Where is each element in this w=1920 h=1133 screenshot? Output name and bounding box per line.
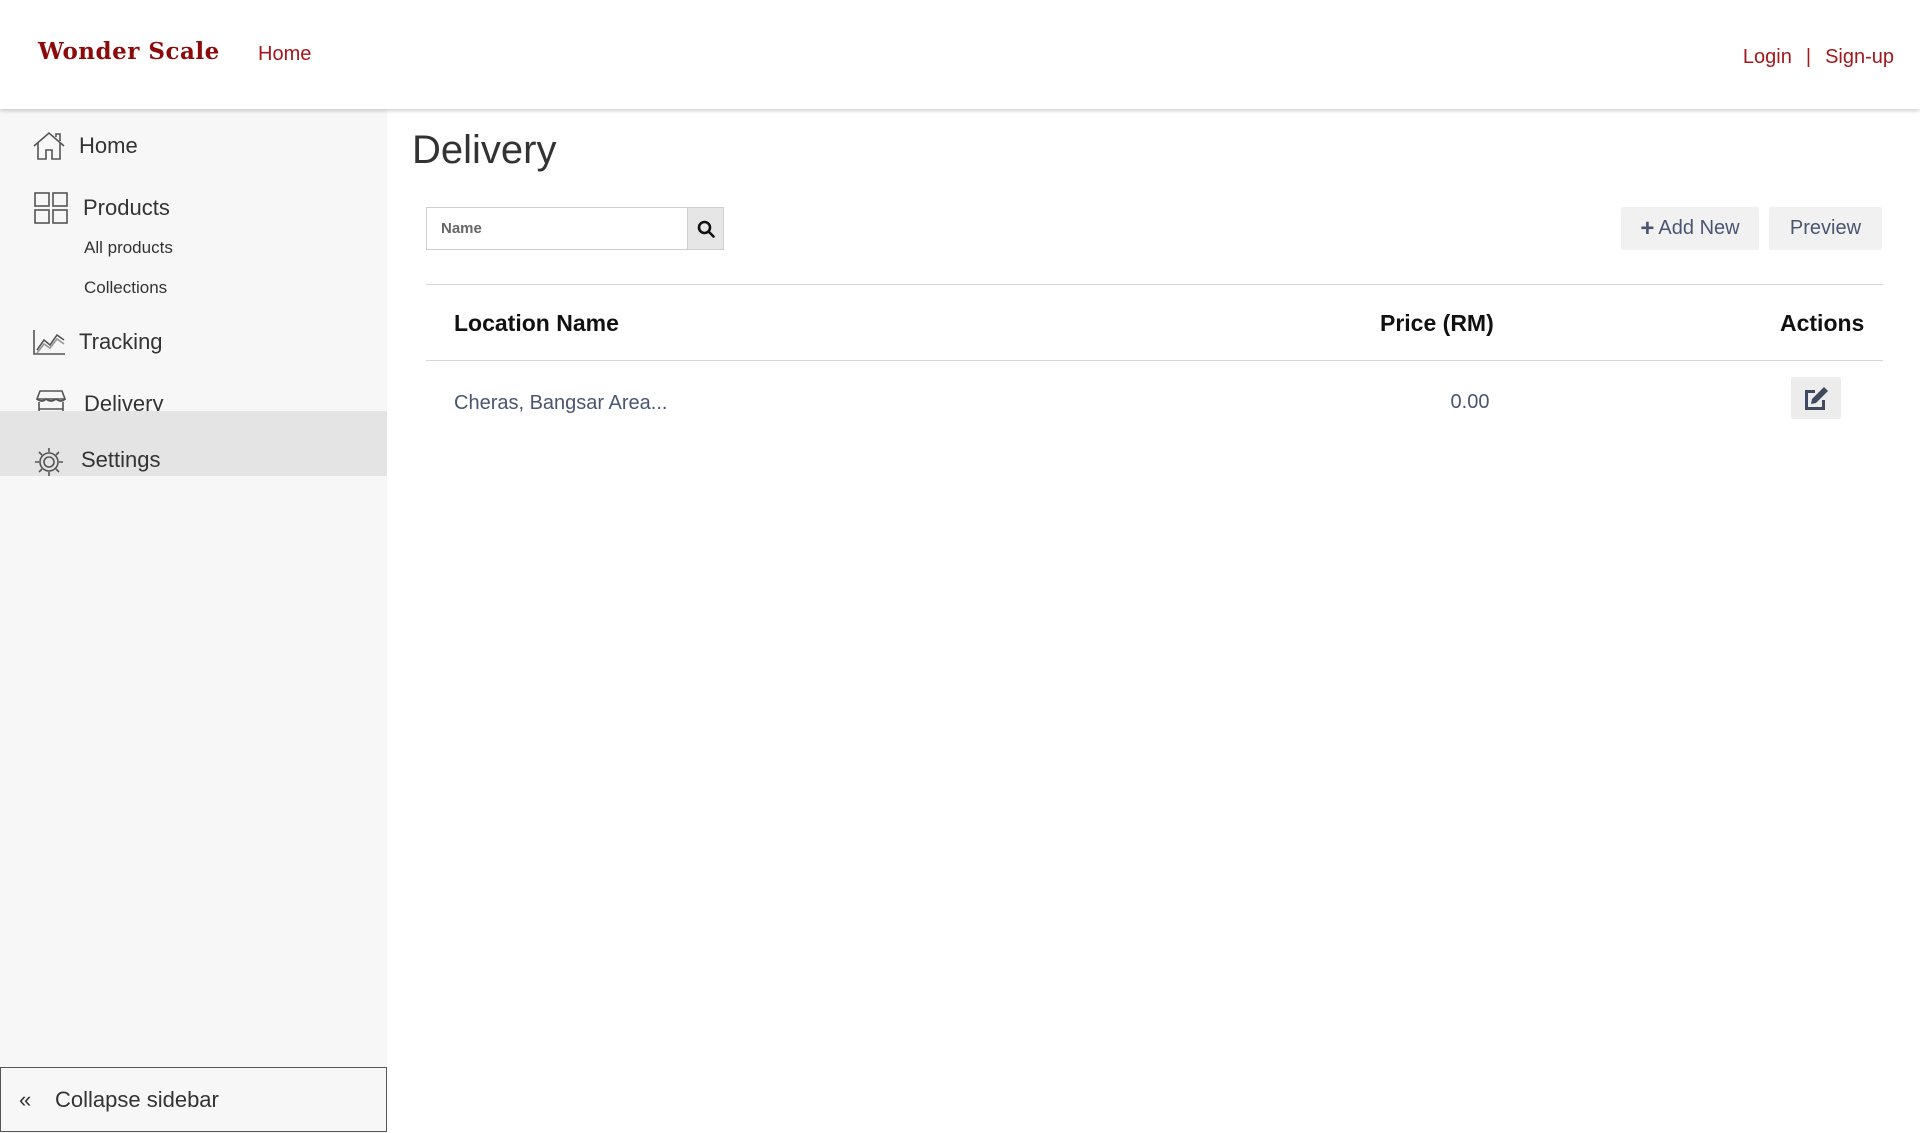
edit-button[interactable] — [1791, 377, 1841, 419]
add-new-button[interactable]: + Add New — [1621, 207, 1759, 250]
column-header-actions: Actions — [1780, 310, 1865, 336]
sidebar-subitem-all-products[interactable]: All products — [84, 238, 173, 258]
edit-icon — [1805, 387, 1828, 410]
search-button[interactable] — [687, 207, 724, 250]
top-home-link[interactable]: Home — [258, 43, 311, 66]
signup-link[interactable]: Sign-up — [1825, 46, 1894, 69]
column-header-location: Location Name — [454, 310, 619, 336]
page-title: Delivery — [412, 128, 557, 172]
column-header-price: Price (RM) — [1380, 310, 1494, 336]
collapse-sidebar-button[interactable]: « Collapse sidebar — [0, 1067, 387, 1132]
home-icon — [32, 129, 66, 163]
search-bar — [426, 207, 724, 250]
sidebar-item-tracking[interactable]: Tracking — [0, 319, 387, 365]
preview-button[interactable]: Preview — [1769, 207, 1882, 250]
delivery-table: Location Name Price (RM) Actions Cheras,… — [426, 284, 1883, 451]
table-header: Location Name Price (RM) Actions — [426, 284, 1883, 361]
gear-icon — [32, 445, 66, 479]
auth-links: Login | Sign-up — [1743, 46, 1894, 69]
sidebar-item-products[interactable]: Products — [0, 185, 387, 231]
auth-separator: | — [1805, 46, 1812, 68]
table-row: Cheras, Bangsar Area... 0.00 — [426, 361, 1883, 451]
sidebar-item-label: Settings — [81, 447, 161, 472]
add-new-label: Add New — [1658, 217, 1740, 239]
top-navbar: Wonder Scale Home Login | Sign-up — [0, 0, 1920, 109]
login-link[interactable]: Login — [1743, 46, 1792, 69]
sidebar-item-settings[interactable]: Settings — [0, 411, 387, 476]
sidebar-item-home[interactable]: Home — [0, 123, 387, 169]
double-chevron-left-icon: « — [19, 1086, 32, 1112]
sidebar-item-label: Products — [83, 195, 170, 220]
search-icon — [697, 220, 715, 238]
price-cell: 0.00 — [1450, 391, 1490, 413]
search-input[interactable] — [426, 207, 687, 250]
sidebar: Home Products All products Collections T… — [0, 109, 387, 1133]
sidebar-item-label: Home — [79, 133, 138, 158]
sidebar-subitem-collections[interactable]: Collections — [84, 278, 167, 298]
collapse-sidebar-label: Collapse sidebar — [55, 1086, 219, 1112]
sidebar-item-label: Tracking — [79, 329, 163, 354]
location-name-link[interactable]: Cheras, Bangsar Area... — [454, 392, 667, 415]
plus-icon: + — [1640, 214, 1655, 242]
grid-icon — [34, 191, 68, 225]
chart-icon — [32, 325, 66, 359]
brand-logo[interactable]: Wonder Scale — [38, 38, 220, 65]
